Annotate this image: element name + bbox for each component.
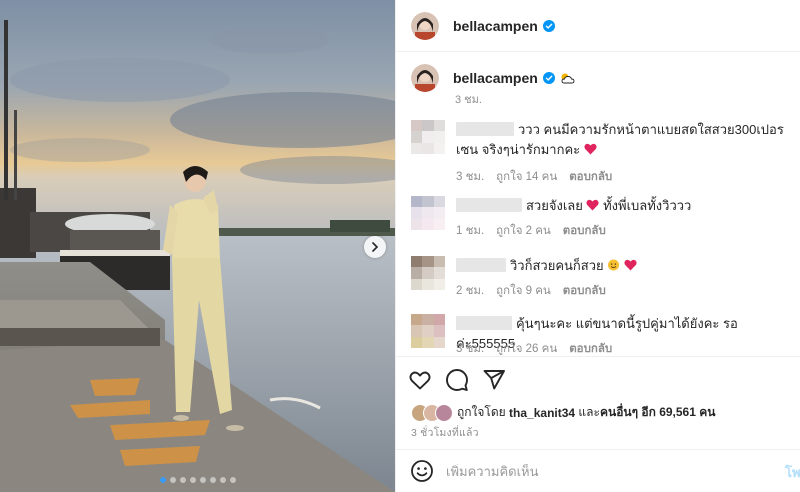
like-button[interactable]: [408, 368, 432, 392]
liker-avatars[interactable]: [411, 403, 453, 422]
likes-others-link[interactable]: คนอื่นๆ อีก 69,561 คน: [600, 403, 716, 422]
comment-meta: 2 ชม. ถูกใจ 9 คน ตอบกลับ: [456, 282, 606, 300]
carousel-dot: [189, 477, 196, 483]
comment-username-blurred[interactable]: [456, 258, 506, 272]
paper-plane-icon: [483, 370, 505, 390]
divider: [396, 356, 800, 357]
carousel-indicator: [0, 477, 395, 483]
caption-time: 3 ชม.: [455, 94, 482, 106]
username[interactable]: bellacampen: [453, 18, 538, 34]
share-button[interactable]: [482, 368, 506, 392]
post-comment-button[interactable]: โพ: [785, 462, 800, 483]
carousel-dot: [169, 477, 176, 483]
avatar: [435, 403, 453, 422]
reply-button[interactable]: ตอบกลับ: [569, 168, 612, 186]
likes-prefix: ถูกใจโดย: [457, 405, 506, 419]
comment-text: สวยจังเลย ทั้งพี่เบลทั้งวิววว: [456, 196, 796, 216]
post-header: bellacampen: [396, 0, 800, 52]
comment-text: วิวก็สวยคนก็สวย: [456, 256, 796, 276]
red-heart-icon: [584, 143, 597, 155]
carousel-dot: [179, 477, 186, 483]
add-comment-bar: โพ: [396, 449, 800, 492]
avatar[interactable]: [411, 64, 439, 92]
smiling-face-icon: [608, 259, 620, 271]
post-photo[interactable]: [0, 0, 395, 492]
sun-behind-cloud-icon: [561, 73, 575, 84]
red-heart-icon: [586, 199, 600, 211]
carousel-dot: [199, 477, 206, 483]
chevron-right-icon: [372, 242, 379, 252]
comment-likes[interactable]: ถูกใจ 9 คน: [496, 282, 551, 300]
carousel-dot: [219, 477, 226, 483]
comment-meta: 3 ชม. ถูกใจ 14 คน ตอบกลับ: [456, 168, 612, 186]
post-timestamp: 3 ชั่วโมงที่แล้ว: [411, 427, 479, 439]
comment-bubble-icon: [446, 369, 468, 391]
emoji-smile-icon: [411, 460, 433, 482]
comment-button[interactable]: [445, 368, 469, 392]
comment-text: ววว คนมีความรักหน้าตาแบยสดใสสวย300เปอรเซ…: [456, 120, 796, 160]
liker-username[interactable]: tha_kanit34: [509, 406, 575, 420]
avatar[interactable]: [411, 314, 445, 348]
reply-button[interactable]: ตอบกลับ: [563, 222, 606, 240]
post-actions: [408, 368, 506, 392]
avatar[interactable]: [411, 11, 439, 40]
verified-badge-icon: [542, 72, 555, 84]
red-heart-icon: [624, 259, 637, 271]
comment-content: ทั้งพี่เบลทั้งวิววว: [603, 198, 692, 213]
comment-time: 1 ชม.: [456, 225, 485, 237]
avatar[interactable]: [411, 256, 445, 290]
comment-time: 3 ชม.: [456, 171, 485, 183]
carousel-next-button[interactable]: [364, 236, 386, 258]
comment-username-blurred[interactable]: [456, 122, 514, 136]
heart-outline-icon: [409, 371, 431, 390]
emoji-button[interactable]: [410, 459, 434, 483]
caption-username[interactable]: bellacampen: [453, 70, 538, 86]
comment-input[interactable]: [446, 463, 766, 479]
comment-content: สวยจังเลย: [526, 198, 583, 213]
post-viewer: bellacampen bellacampen 3 ชม. ววว คนมีคว…: [0, 0, 800, 492]
comment-username-blurred[interactable]: [456, 198, 522, 212]
post-side-panel: bellacampen bellacampen 3 ชม. ววว คนมีคว…: [395, 0, 800, 492]
carousel-dot: [229, 477, 236, 483]
comment-content: วิวก็สวยคนก็สวย: [510, 258, 604, 273]
comment-time: 2 ชม.: [456, 285, 485, 297]
comment-meta: 1 ชม. ถูกใจ 2 คน ตอบกลับ: [456, 222, 606, 240]
verified-badge-icon: [542, 19, 555, 32]
likes-summary: ถูกใจโดย tha_kanit34 และ คนอื่นๆ อีก 69,…: [411, 403, 715, 422]
comment-likes[interactable]: ถูกใจ 14 คน: [496, 168, 557, 186]
post-caption: bellacampen 3 ชม.: [411, 64, 791, 106]
avatar[interactable]: [411, 196, 445, 230]
carousel-dot: [209, 477, 216, 483]
carousel-dot: [159, 477, 166, 483]
comment-likes[interactable]: ถูกใจ 2 คน: [496, 222, 551, 240]
likes-connector: และ: [578, 405, 600, 419]
reply-button[interactable]: ตอบกลับ: [563, 282, 606, 300]
comment-username-blurred[interactable]: [456, 316, 512, 330]
avatar[interactable]: [411, 120, 445, 154]
photo-scene: [0, 0, 395, 492]
